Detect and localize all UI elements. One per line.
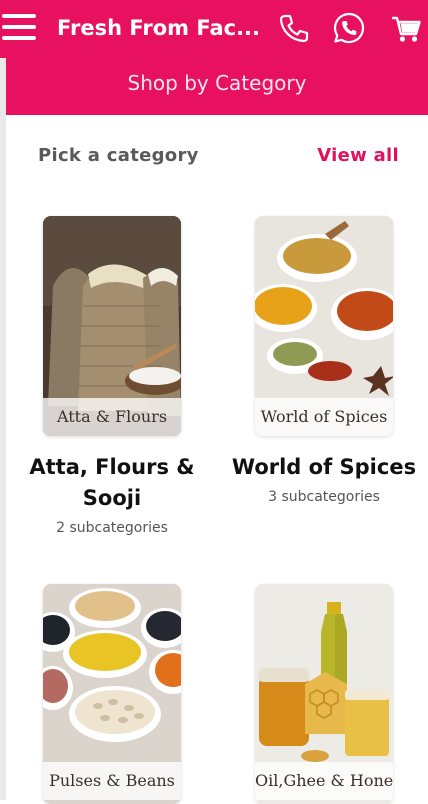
store-name: Fresh From Fac... (57, 16, 261, 40)
category-card-atta-flours[interactable]: Atta & Flours Atta, Flours & Sooji 2 sub… (7, 216, 217, 546)
image-caption: Pulses & Beans (43, 762, 181, 800)
category-card-pulses-beans[interactable]: Pulses & Beans (7, 584, 217, 804)
whatsapp-icon[interactable] (332, 11, 366, 45)
subcategory-count: 2 subcategories (56, 520, 168, 536)
top-app-bar: Fresh From Fac... (0, 0, 428, 58)
category-image-pulses-beans: Pulses & Beans (43, 584, 181, 804)
page-title: Shop by Category (6, 58, 428, 115)
category-image-world-of-spices: World of Spices (255, 216, 393, 436)
phone-icon[interactable] (276, 11, 310, 45)
hamburger-menu-icon[interactable] (2, 12, 38, 42)
category-title: Atta, Flours & Sooji (29, 455, 195, 510)
section-label: Pick a category (38, 145, 199, 166)
view-all-link[interactable]: View all (317, 145, 399, 166)
shopping-cart-icon[interactable] (389, 11, 423, 45)
subcategory-count: 3 subcategories (268, 489, 380, 505)
category-card-oil-ghee-honey[interactable]: Oil,Ghee & Honey (219, 584, 428, 804)
category-section-header: Pick a category View all (6, 140, 428, 180)
image-caption: Atta & Flours (43, 398, 181, 436)
image-caption: World of Spices (255, 398, 393, 436)
category-image-atta-flours: Atta & Flours (43, 216, 181, 436)
category-image-oil-ghee-honey: Oil,Ghee & Honey (255, 584, 393, 804)
image-caption: Oil,Ghee & Honey (255, 762, 393, 800)
category-card-world-of-spices[interactable]: World of Spices World of Spices 3 subcat… (219, 216, 428, 516)
category-title: World of Spices (231, 455, 417, 479)
